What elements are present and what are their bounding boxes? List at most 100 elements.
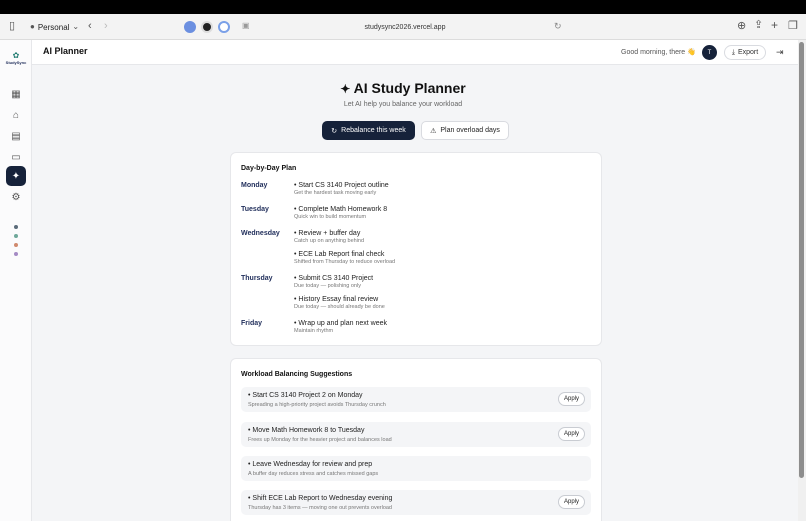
plan-task: • ECE Lab Report final check Shifted fro… xyxy=(294,251,395,265)
sidebar-item-tasks[interactable]: ▤ xyxy=(6,126,26,146)
share-icon[interactable]: ⇪ xyxy=(754,20,763,31)
tab-favicon-icon[interactable] xyxy=(218,21,230,33)
pinned-tabs xyxy=(184,21,230,33)
top-black-bar xyxy=(0,0,806,14)
task-title: • Review + buffer day xyxy=(294,230,361,237)
hero-title-text: AI Study Planner xyxy=(353,80,466,96)
sidebar-item-courses[interactable]: ▭ xyxy=(6,147,26,167)
sparkle-icon: ✦ xyxy=(340,82,354,96)
task-note: Due today — should already be done xyxy=(294,304,385,310)
apply-button[interactable]: Apply xyxy=(558,392,585,406)
day-label: Wednesday xyxy=(241,230,280,237)
plan-task: • Review + buffer day Catch up on anythi… xyxy=(294,230,364,244)
task-note: Shifted from Thursday to reduce overload xyxy=(294,259,396,265)
logo-mark-icon: ✿ xyxy=(12,51,20,60)
brand-name: StudySync xyxy=(5,60,27,65)
tab-overview-icon[interactable]: ❐ xyxy=(788,21,798,32)
day-label: Friday xyxy=(241,320,263,327)
task-note: Get the hardest task moving early xyxy=(294,190,377,196)
plan-task: • Submit CS 3140 Project Due today — pol… xyxy=(294,275,373,289)
page-title: AI Planner xyxy=(43,46,88,56)
plan-overload-label: Plan overload days xyxy=(440,127,500,134)
plan-overload-button[interactable]: ⚠ Plan overload days xyxy=(421,121,509,140)
plan-task: • Wrap up and plan next week Maintain rh… xyxy=(294,320,387,334)
apply-button[interactable]: Apply xyxy=(558,495,585,509)
download-icon[interactable]: ⊕ xyxy=(737,21,746,32)
suggestions-title: Workload Balancing Suggestions xyxy=(241,371,353,378)
export-button[interactable]: ⤓ Export xyxy=(724,45,766,60)
day-plan-title: Day-by-Day Plan xyxy=(241,165,297,172)
suggestion-item: • Move Math Homework 8 to Tuesday Frees … xyxy=(241,422,591,447)
task-title: • Submit CS 3140 Project xyxy=(294,275,374,282)
profile-label: Personal xyxy=(37,22,70,32)
plan-task: • Start CS 3140 Project outline Get the … xyxy=(294,182,389,196)
book-icon: ▭ xyxy=(11,151,21,163)
suggestion-note: Spreading a high-priority project avoids… xyxy=(248,402,386,408)
rebalance-label: Rebalance this week xyxy=(341,127,406,134)
address-bar[interactable]: studysync2026.vercel.app xyxy=(300,20,510,34)
greeting-text: Good morning, there 👋 xyxy=(621,49,696,56)
sidebar: ✿ StudySync ▦ ⌂ ▤ ▭ ✦ ⚙ xyxy=(0,40,32,521)
suggestion-item: • Leave Wednesday for review and prep A … xyxy=(241,456,591,481)
brand-logo[interactable]: ✿ StudySync xyxy=(4,51,28,66)
plan-task: • Complete Math Homework 8 Quick win to … xyxy=(294,206,387,220)
sparkle-icon: ✦ xyxy=(11,170,21,182)
tab-favicon-icon[interactable] xyxy=(184,21,196,33)
task-note: Quick win to build momentum xyxy=(294,214,367,220)
task-note: Due today — polishing only xyxy=(294,283,361,289)
day-label: Monday xyxy=(241,182,268,189)
day-plan-card: Day-by-Day Plan Monday • Start CS 3140 P… xyxy=(230,152,602,346)
home-icon: ⌂ xyxy=(12,109,20,121)
suggestion-title: • Start CS 3140 Project 2 on Monday xyxy=(248,392,363,399)
reload-icon[interactable]: ↻ xyxy=(554,21,562,32)
task-title: • History Essay final review xyxy=(294,296,379,303)
warning-icon: ⚠ xyxy=(430,127,437,135)
avatar[interactable]: T xyxy=(702,45,717,60)
suggestion-item: • Start CS 3140 Project 2 on Monday Spre… xyxy=(241,387,591,412)
suggestion-title: • Move Math Homework 8 to Tuesday xyxy=(248,427,365,434)
task-title: • Start CS 3140 Project outline xyxy=(294,182,389,189)
gear-icon: ⚙ xyxy=(11,191,21,203)
tab-favicon-icon[interactable] xyxy=(201,21,213,33)
profile-switcher[interactable]: ● Personal ⌄ xyxy=(30,19,79,35)
suggestion-note: Frees up Monday for the heavier project … xyxy=(248,437,392,443)
plan-task: • History Essay final review Due today —… xyxy=(294,296,385,310)
export-label: Export xyxy=(737,49,759,56)
rebalance-button[interactable]: ↻ Rebalance this week xyxy=(322,121,415,140)
course-color-dot xyxy=(14,252,18,256)
hero-title: ✦ AI Study Planner xyxy=(0,80,806,96)
day-label: Tuesday xyxy=(241,206,269,213)
course-color-dot xyxy=(14,234,18,238)
apply-button[interactable]: Apply xyxy=(558,427,585,441)
page-scrollbar[interactable] xyxy=(798,40,806,521)
forward-icon[interactable]: › xyxy=(104,21,108,32)
sidebar-item-settings[interactable]: ⚙ xyxy=(6,187,26,207)
download-icon: ⤓ xyxy=(731,48,735,56)
logout-icon[interactable]: ⇥ xyxy=(776,47,784,58)
course-color-dot xyxy=(14,243,18,247)
task-title: • Wrap up and plan next week xyxy=(294,320,387,327)
task-title: • Complete Math Homework 8 xyxy=(294,206,388,213)
new-tab-icon[interactable]: + xyxy=(771,19,778,31)
suggestion-title: • Leave Wednesday for review and prep xyxy=(248,461,373,468)
app-header: AI Planner Good morning, there 👋 T ⤓ Exp… xyxy=(32,40,798,65)
sidebar-toggle-icon[interactable]: ▯ xyxy=(9,21,15,32)
clipboard-icon: ▤ xyxy=(11,130,21,142)
back-icon[interactable]: ‹ xyxy=(88,21,92,32)
suggestion-item: • Shift ECE Lab Report to Wednesday even… xyxy=(241,490,591,515)
suggestions-card: Workload Balancing Suggestions • Start C… xyxy=(230,358,602,521)
day-label: Thursday xyxy=(241,275,273,282)
task-note: Catch up on anything behind xyxy=(294,238,365,244)
chevron-down-icon: ⌄ xyxy=(72,22,80,31)
sidebar-item-ai-planner[interactable]: ✦ xyxy=(6,166,26,186)
refresh-icon: ↻ xyxy=(331,127,338,135)
suggestion-note: Thursday has 3 items — moving one out pr… xyxy=(248,505,392,511)
suggestion-note: A buffer day reduces stress and catches … xyxy=(248,471,379,477)
course-color-dot xyxy=(14,225,18,229)
hero-subtitle: Let AI help you balance your workload xyxy=(343,101,463,108)
person-icon: ● xyxy=(30,22,35,31)
suggestion-title: • Shift ECE Lab Report to Wednesday even… xyxy=(248,495,393,502)
task-title: • ECE Lab Report final check xyxy=(294,251,385,258)
sidebar-item-home[interactable]: ⌂ xyxy=(6,105,26,125)
page-icon: ▣ xyxy=(242,21,250,30)
